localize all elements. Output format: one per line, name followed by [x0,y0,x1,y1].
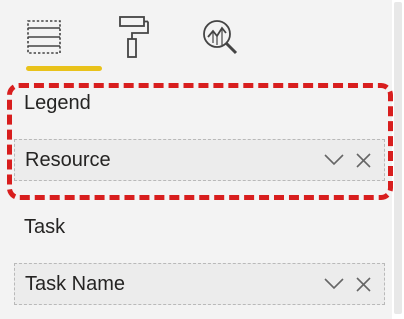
chevron-down-icon[interactable] [324,278,344,290]
scrollbar-thumb[interactable] [394,2,402,314]
visualizations-pane: Legend Resource Task Task Name [0,0,404,319]
active-tab-indicator [26,66,102,71]
scrollbar[interactable] [392,0,404,319]
close-icon[interactable] [356,153,371,168]
legend-well-label: Legend [24,92,91,114]
task-field-pill[interactable]: Task Name [14,263,385,305]
close-icon[interactable] [356,277,371,292]
tab-format[interactable] [102,8,162,66]
legend-field-name: Resource [25,149,111,171]
task-well-label: Task [24,216,66,238]
fields-icon [27,20,61,54]
task-field-name: Task Name [25,273,126,295]
analytics-icon [203,20,238,55]
legend-field-pill[interactable]: Resource [14,139,385,181]
chevron-down-icon[interactable] [324,154,344,166]
tab-fields[interactable] [14,8,74,66]
tab-analytics[interactable] [190,8,250,66]
paint-roller-icon [119,16,149,58]
